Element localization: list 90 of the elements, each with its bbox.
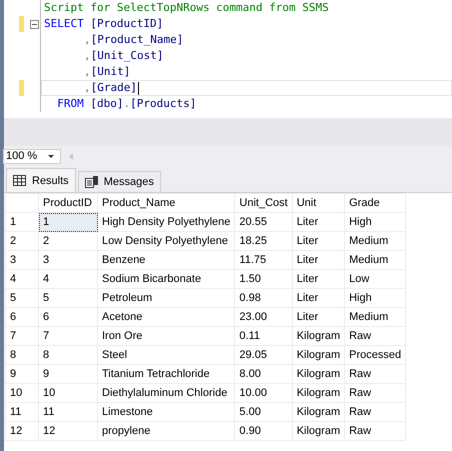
table-cell: 3 <box>38 250 98 270</box>
table-cell: Titanium Tetrachloride <box>98 364 235 384</box>
table-cell: Liter <box>292 250 345 270</box>
table-cell: Petroleum <box>98 288 235 308</box>
column-header[interactable]: ProductID <box>38 194 98 212</box>
table-cell: Raw <box>344 422 406 440</box>
row-number[interactable]: 3 <box>6 250 38 270</box>
table-cell: Acetone <box>98 308 235 326</box>
table-cell: Kilogram <box>292 346 345 364</box>
results-tab[interactable]: Results <box>6 168 76 192</box>
table-cell: Kilogram <box>292 402 345 422</box>
table-cell: Raw <box>344 384 406 402</box>
code-line: Script for SelectTopNRows command from SSMS <box>43 0 330 16</box>
table-cell: 8.00 <box>234 364 292 384</box>
table-cell: 10 <box>38 384 98 402</box>
table-cell: Raw <box>344 326 406 346</box>
messages-tab[interactable]: Messages <box>78 171 161 192</box>
table-cell: Liter <box>292 212 345 232</box>
table-cell: 8 <box>38 346 98 364</box>
table-cell: Iron Ore <box>98 326 235 346</box>
column-header[interactable]: Product_Name <box>98 194 235 212</box>
table-cell: 23.00 <box>234 308 292 326</box>
table-cell: Kilogram <box>292 364 345 384</box>
table-cell: Sodium Bicarbonate <box>98 270 235 288</box>
table-cell: Liter <box>292 232 345 250</box>
table-cell: 29.05 <box>234 346 292 364</box>
table-cell: 18.25 <box>234 232 292 250</box>
row-number[interactable]: 2 <box>6 232 38 250</box>
table-cell: Medium <box>344 232 406 250</box>
table-cell: 4 <box>38 270 98 288</box>
document-icon <box>84 176 98 188</box>
table-cell: 11.75 <box>234 250 292 270</box>
scroll-left-icon[interactable] <box>69 152 73 160</box>
row-number[interactable]: 11 <box>6 402 38 422</box>
table-cell: Steel <box>98 346 235 364</box>
code-line: ,[Unit] <box>83 64 132 80</box>
table-cell: 7 <box>38 326 98 346</box>
table-cell: 10.00 <box>234 384 292 402</box>
table-cell: Low <box>344 270 406 288</box>
table-cell: 2 <box>38 232 98 250</box>
row-number[interactable]: 6 <box>6 308 38 326</box>
table-cell: High <box>344 288 406 308</box>
horizontal-scrollbar[interactable] <box>4 118 452 146</box>
row-number[interactable]: 7 <box>6 326 38 346</box>
column-header[interactable]: Unit <box>292 194 345 212</box>
table-cell: Medium <box>344 250 406 270</box>
table-cell: Low Density Polyethylene <box>98 232 235 250</box>
row-number[interactable]: 5 <box>6 288 38 308</box>
table-cell: High Density Polyethylene <box>98 212 235 232</box>
collapse-icon[interactable] <box>30 20 38 28</box>
code-line: ,[Product_Name] <box>83 32 184 48</box>
table-cell: Medium <box>344 308 406 326</box>
table-cell: 1 <box>38 212 98 232</box>
table-cell: Processed <box>344 346 406 364</box>
table-cell: 9 <box>38 364 98 384</box>
table-cell: Liter <box>292 308 345 326</box>
row-number[interactable]: 9 <box>6 364 38 384</box>
table-cell: Kilogram <box>292 384 345 402</box>
table-cell: 12 <box>38 422 98 440</box>
row-number[interactable]: 8 <box>6 346 38 364</box>
table-cell: 6 <box>38 308 98 326</box>
table-cell: Benzene <box>98 250 235 270</box>
row-number[interactable]: 12 <box>6 422 38 440</box>
table-cell: Kilogram <box>292 422 345 440</box>
table-cell: propylene <box>98 422 235 440</box>
code-line: ,[Unit_Cost] <box>83 48 164 64</box>
table-cell: Kilogram <box>292 326 345 346</box>
code-line: FROM [dbo].[Products] <box>56 96 198 112</box>
table-cell: Raw <box>344 402 406 422</box>
zoom-dropdown[interactable]: 100 % <box>3 148 61 164</box>
table-cell: Diethylaluminum Chloride <box>98 384 235 402</box>
table-cell: 5.00 <box>234 402 292 422</box>
table-cell: Limestone <box>98 402 235 422</box>
table-cell: 1.50 <box>234 270 292 288</box>
row-number[interactable]: 4 <box>6 270 38 288</box>
table-cell: 20.55 <box>234 212 292 232</box>
table-cell: 0.90 <box>234 422 292 440</box>
row-number[interactable]: 10 <box>6 384 38 402</box>
code-line: SELECT [ProductID] <box>43 16 164 32</box>
table-cell: 0.11 <box>234 326 292 346</box>
table-cell: Liter <box>292 270 345 288</box>
table-cell: 0.98 <box>234 288 292 308</box>
table-cell: 11 <box>38 402 98 422</box>
column-header[interactable]: Unit_Cost <box>234 194 292 212</box>
column-header[interactable]: Grade <box>344 194 406 212</box>
table-cell: Liter <box>292 288 345 308</box>
table-cell: Raw <box>344 364 406 384</box>
table-cell: 5 <box>38 288 98 308</box>
table-cell: High <box>344 212 406 232</box>
grid-icon <box>13 175 26 186</box>
